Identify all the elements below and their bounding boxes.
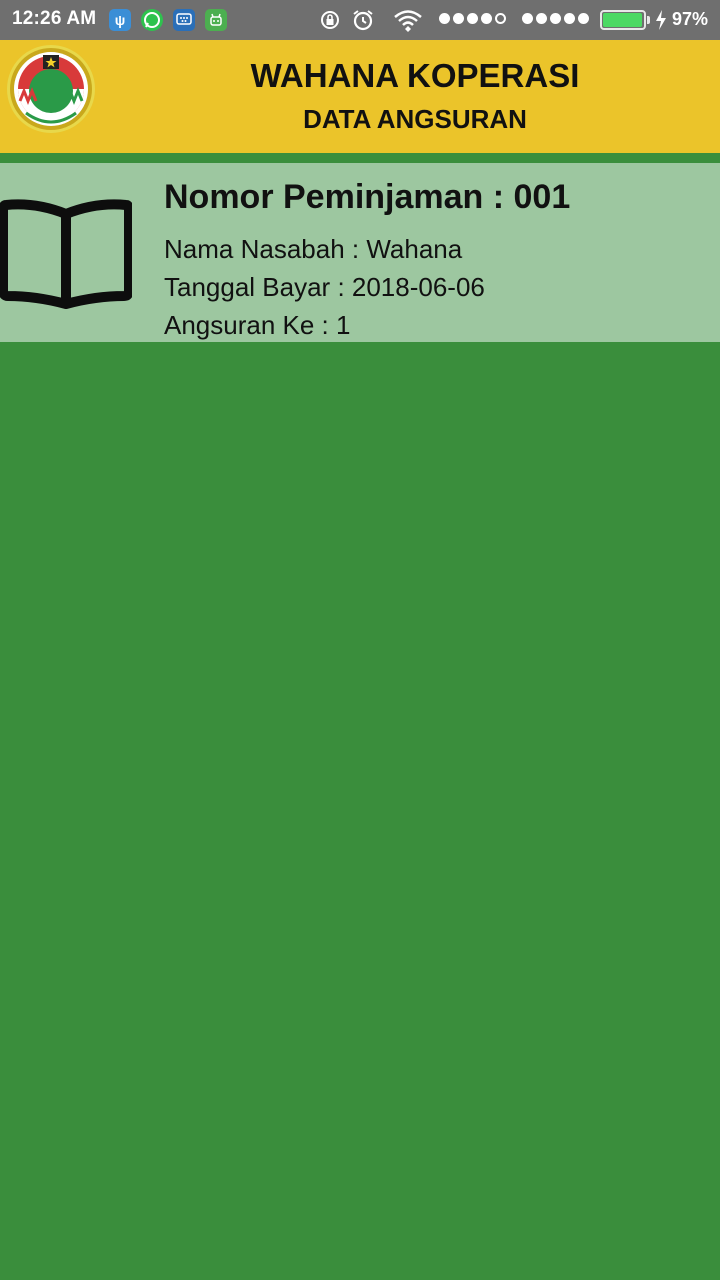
- app-header: WAHANA KOPERASI DATA ANGSURAN: [0, 40, 720, 153]
- book-icon: [0, 199, 132, 309]
- status-bar: 12:26 AM ψ 97%: [0, 0, 720, 40]
- nama-nasabah: Nama Nasabah : Wahana: [164, 234, 463, 264]
- signal-1-icon: [439, 13, 506, 24]
- battery-icon: [600, 10, 646, 30]
- list-item[interactable]: Nomor Peminjaman : 001 Nama Nasabah : Wa…: [0, 163, 720, 342]
- signal-2-icon: [522, 13, 589, 24]
- nomor-peminjaman: Nomor Peminjaman : 001: [164, 178, 571, 216]
- battery-percent: 97%: [672, 9, 709, 29]
- alarm-icon: [353, 10, 373, 31]
- koperasi-logo: [7, 45, 95, 133]
- android-icon: [205, 9, 227, 31]
- usb-icon: ψ: [109, 9, 131, 31]
- rotation-lock-icon: [321, 11, 339, 29]
- bbm-icon: [173, 9, 195, 31]
- whatsapp-icon: [141, 9, 163, 31]
- angsuran-ke: Angsuran Ke : 1: [164, 310, 351, 340]
- wifi-icon: [394, 10, 422, 32]
- charging-icon: [656, 10, 666, 30]
- status-time: 12:26 AM: [12, 8, 97, 29]
- tanggal-bayar: Tanggal Bayar : 2018-06-06: [164, 272, 485, 302]
- app-title: WAHANA KOPERASI: [250, 57, 580, 94]
- page-subtitle: DATA ANGSURAN: [303, 104, 527, 134]
